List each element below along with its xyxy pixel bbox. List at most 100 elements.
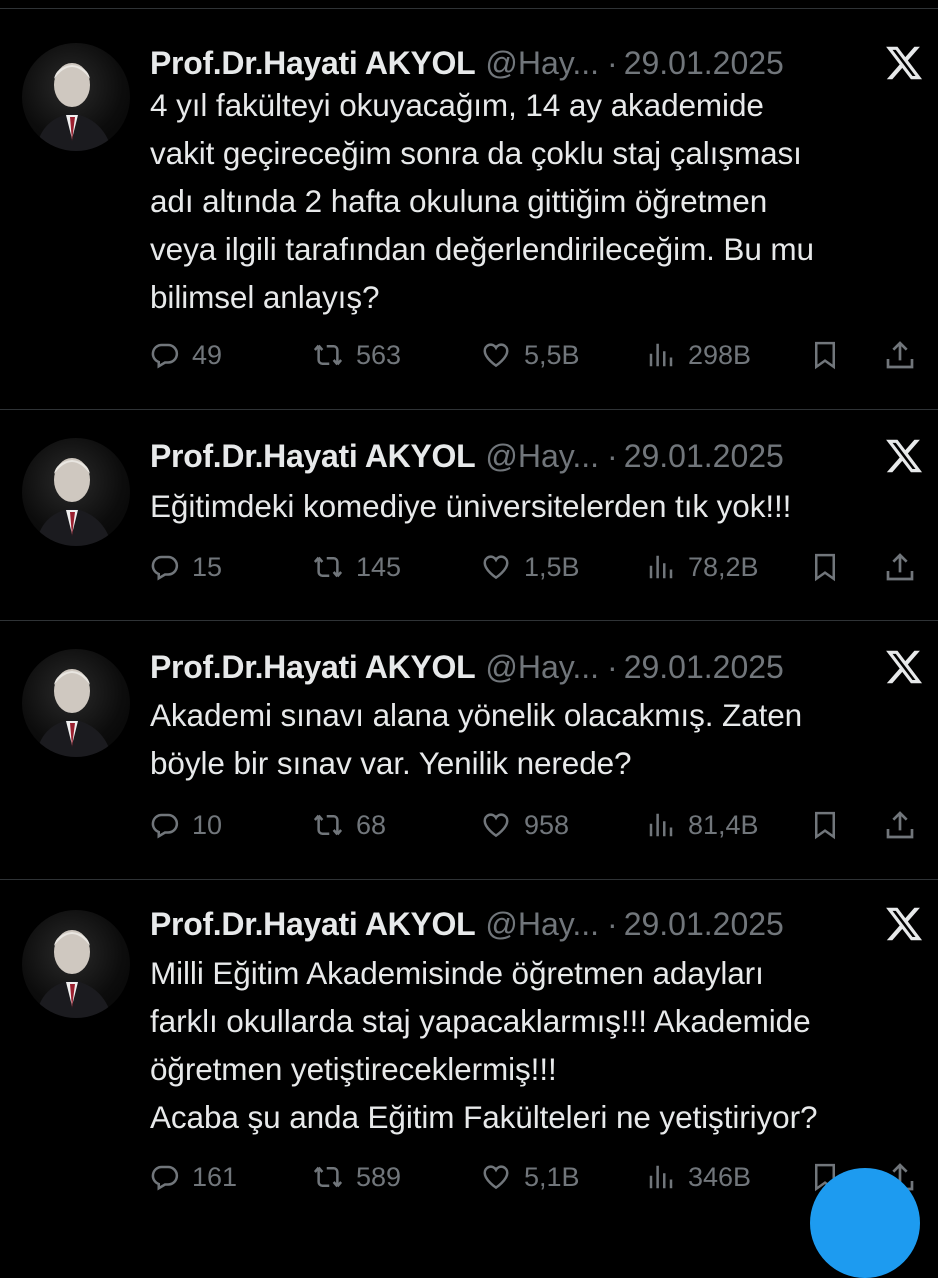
views-icon <box>649 813 673 837</box>
retweet-icon <box>313 344 343 366</box>
bookmark-button[interactable] <box>810 545 840 589</box>
like-button[interactable]: 1,5B <box>480 545 580 589</box>
reply-button[interactable]: 161 <box>150 1155 237 1199</box>
author-name[interactable]: Prof.Dr.Hayati AKYOL <box>150 438 476 475</box>
tweet-text: 4 yıl fakülteyi okuyacağım, 14 ay akadem… <box>150 87 814 315</box>
retweet-count: 563 <box>356 339 402 370</box>
retweet-icon <box>313 1166 343 1188</box>
separator: · <box>607 44 618 81</box>
tweet[interactable]: Prof.Dr.Hayati AKYOL @Hay... · 29.01.202… <box>0 880 938 1200</box>
retweet-icon <box>313 556 343 578</box>
views-icon <box>649 1165 673 1189</box>
bookmark-button[interactable] <box>810 803 840 847</box>
share-button[interactable] <box>884 803 916 847</box>
views-count: 78,2B <box>688 551 759 582</box>
reply-button[interactable]: 49 <box>150 333 222 377</box>
heart-icon <box>483 343 509 368</box>
x-logo-icon <box>886 907 923 941</box>
bookmark-icon <box>815 553 835 582</box>
reply-count: 161 <box>192 1161 238 1192</box>
tweet-date[interactable]: 29.01.2025 <box>624 906 784 943</box>
reply-icon <box>151 813 179 839</box>
views-count: 346B <box>688 1161 752 1192</box>
bookmark-button[interactable] <box>810 333 840 377</box>
retweet-count: 145 <box>356 551 402 582</box>
compose-button[interactable] <box>810 1168 920 1278</box>
retweet-button[interactable]: 145 <box>312 545 401 589</box>
like-count: 5,1B <box>524 1161 580 1192</box>
separator: · <box>607 437 618 474</box>
like-count: 1,5B <box>524 551 580 582</box>
share-button[interactable] <box>884 545 916 589</box>
reply-icon <box>151 555 179 581</box>
tweet-actions: 10 68 958 81,4B <box>150 803 938 847</box>
reply-button[interactable]: 15 <box>150 545 222 589</box>
tweet-actions: 15 145 1,5B 78,2B <box>150 545 938 589</box>
share-icon <box>886 341 914 369</box>
reply-icon <box>151 343 179 369</box>
views-icon <box>649 555 673 579</box>
heart-icon <box>483 813 509 838</box>
avatar[interactable] <box>22 43 130 151</box>
like-button[interactable]: 5,5B <box>480 333 580 377</box>
retweet-icon <box>313 814 343 836</box>
bookmark-icon <box>815 811 835 840</box>
tweet-text: Milli Eğitim Akademisinde öğretmen adayl… <box>150 955 818 1135</box>
tweet[interactable]: Prof.Dr.Hayati AKYOL @Hay... · 29.01.202… <box>0 9 938 410</box>
views-button[interactable]: 78,2B <box>646 545 759 589</box>
views-button[interactable]: 298B <box>646 333 751 377</box>
x-logo-icon <box>886 650 923 684</box>
author-name[interactable]: Prof.Dr.Hayati AKYOL <box>150 906 476 943</box>
views-button[interactable]: 81,4B <box>646 803 759 847</box>
share-icon <box>886 811 914 839</box>
tweet-header: Prof.Dr.Hayati AKYOL @Hay... · 29.01.202… <box>150 900 938 948</box>
x-logo-icon <box>886 46 923 80</box>
reply-count: 15 <box>192 551 223 582</box>
tweet-date[interactable]: 29.01.2025 <box>624 438 784 475</box>
avatar[interactable] <box>22 438 130 546</box>
separator: · <box>607 905 618 942</box>
author-name[interactable]: Prof.Dr.Hayati AKYOL <box>150 45 476 82</box>
views-button[interactable]: 346B <box>646 1155 751 1199</box>
avatar[interactable] <box>22 649 130 757</box>
views-count: 81,4B <box>688 809 759 840</box>
heart-icon <box>483 555 509 580</box>
author-handle[interactable]: @Hay... <box>485 438 599 475</box>
author-name[interactable]: Prof.Dr.Hayati AKYOL <box>150 649 476 686</box>
reply-button[interactable]: 10 <box>150 803 222 847</box>
retweet-button[interactable]: 68 <box>312 803 386 847</box>
reply-count: 49 <box>192 339 223 370</box>
tweet[interactable]: Prof.Dr.Hayati AKYOL @Hay... · 29.01.202… <box>0 410 938 621</box>
tweet-date[interactable]: 29.01.2025 <box>624 45 784 82</box>
avatar[interactable] <box>22 910 130 1018</box>
heart-icon <box>483 1165 509 1190</box>
like-count: 5,5B <box>524 339 580 370</box>
author-handle[interactable]: @Hay... <box>485 45 599 82</box>
share-icon <box>886 553 914 581</box>
reply-count: 10 <box>192 809 223 840</box>
tweet-date[interactable]: 29.01.2025 <box>624 649 784 686</box>
author-handle[interactable]: @Hay... <box>485 906 599 943</box>
tweet-header: Prof.Dr.Hayati AKYOL @Hay... · 29.01.202… <box>150 432 938 480</box>
tweet-text: Akademi sınavı alana yönelik olacakmış. … <box>150 697 803 781</box>
reply-icon <box>151 1165 179 1191</box>
x-logo-icon <box>886 439 923 473</box>
tweet[interactable]: Prof.Dr.Hayati AKYOL @Hay... · 29.01.202… <box>0 621 938 880</box>
author-handle[interactable]: @Hay... <box>485 649 599 686</box>
bookmark-icon <box>815 341 835 370</box>
views-icon <box>649 343 673 367</box>
tweet-text: Eğitimdeki komediye üniversitelerden tık… <box>150 488 792 524</box>
like-count: 958 <box>524 809 570 840</box>
like-button[interactable]: 958 <box>480 803 569 847</box>
retweet-button[interactable]: 589 <box>312 1155 401 1199</box>
tweet-header: Prof.Dr.Hayati AKYOL @Hay... · 29.01.202… <box>150 39 938 87</box>
retweet-count: 68 <box>356 809 387 840</box>
share-button[interactable] <box>884 333 916 377</box>
tweet-actions: 49 563 5,5B 298B <box>150 333 938 377</box>
like-button[interactable]: 5,1B <box>480 1155 580 1199</box>
views-count: 298B <box>688 339 752 370</box>
retweet-count: 589 <box>356 1161 402 1192</box>
retweet-button[interactable]: 563 <box>312 333 401 377</box>
separator: · <box>607 648 618 685</box>
tweet-header: Prof.Dr.Hayati AKYOL @Hay... · 29.01.202… <box>150 643 938 691</box>
